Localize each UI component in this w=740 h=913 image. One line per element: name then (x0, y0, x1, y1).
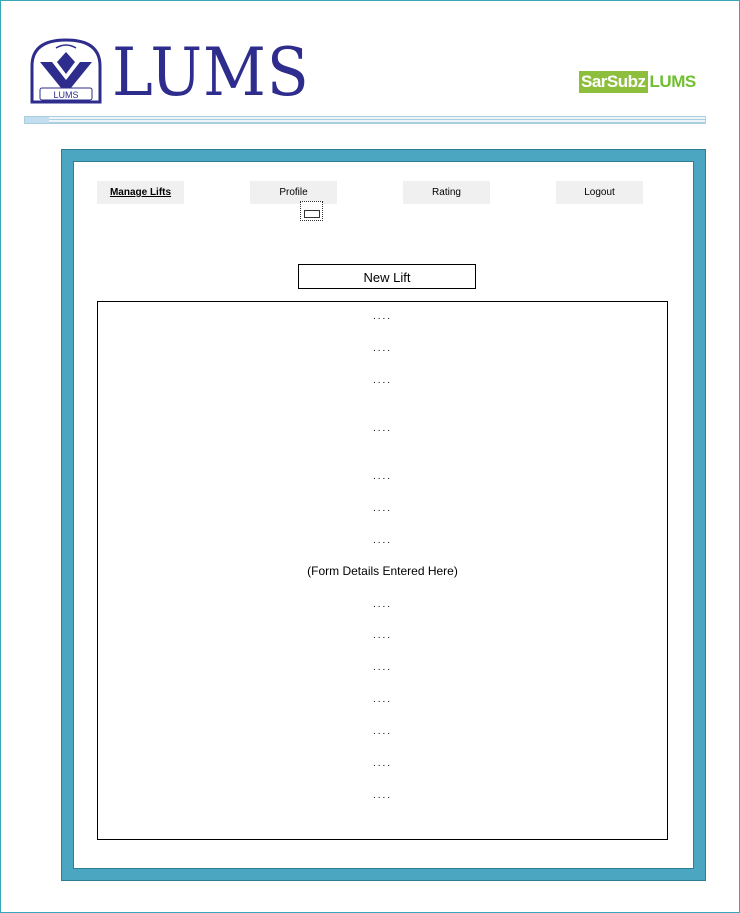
form-field-placeholder: .... (372, 726, 393, 737)
form-field-placeholder: .... (372, 758, 393, 769)
form-field-placeholder: .... (372, 599, 393, 610)
form-field-placeholder: .... (372, 694, 393, 705)
header-divider (24, 116, 706, 124)
brand-suffix-text: LUMS (649, 72, 697, 91)
new-lift-button[interactable]: New Lift (298, 264, 476, 289)
form-field-placeholder: .... (372, 375, 393, 386)
form-field-placeholder: .... (372, 662, 393, 673)
form-field-placeholder: .... (372, 471, 393, 482)
form-field-placeholder: .... (372, 503, 393, 514)
nav-rating-button[interactable]: Rating (403, 181, 490, 204)
form-field-placeholder: .... (372, 423, 393, 434)
pointer-cursor-icon (300, 201, 323, 221)
sarsubz-brand-logo: SarSubz LUMS (579, 71, 696, 93)
form-caption: (Form Details Entered Here) (307, 564, 458, 578)
emblem-text: LUMS (53, 90, 78, 100)
lums-emblem-icon: LUMS (30, 38, 102, 104)
header-divider-line (49, 119, 705, 123)
form-field-placeholder: .... (372, 630, 393, 641)
form-field-placeholder: .... (372, 311, 393, 322)
form-field-placeholder: .... (372, 790, 393, 801)
lums-logo-text: LUMS (112, 34, 310, 111)
header-divider-tab (25, 117, 49, 123)
form-field-placeholder: .... (372, 343, 393, 354)
brand-box-text: SarSubz (579, 71, 648, 93)
form-field-placeholder: .... (372, 535, 393, 546)
nav-profile-button[interactable]: Profile (250, 181, 337, 204)
nav-logout-button[interactable]: Logout (556, 181, 643, 204)
form-area[interactable]: .... .... .... .... .... .... .... (Form… (97, 301, 668, 840)
nav-manage-lifts-button[interactable]: Manage Lifts (97, 181, 184, 204)
